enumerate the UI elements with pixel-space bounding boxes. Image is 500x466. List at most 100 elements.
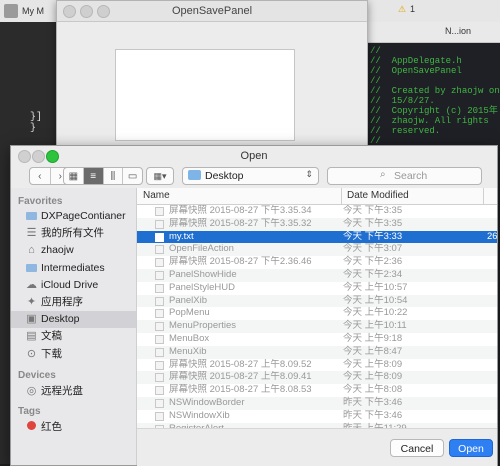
- minimize-button[interactable]: [32, 150, 45, 163]
- file-row[interactable]: 屏幕快照 2015-08-27 下午3.35.34 今天 下午3:35: [137, 205, 497, 218]
- file-row[interactable]: my.txt 今天 下午3:33 26: [137, 230, 497, 244]
- arrange-button[interactable]: ▦▾: [146, 167, 174, 185]
- file-icon: [155, 399, 164, 408]
- file-row[interactable]: MenuBox 今天 上午9:18: [137, 333, 497, 346]
- documents-icon: ▤: [26, 330, 37, 343]
- file-date: 今天 上午8:08: [343, 384, 403, 396]
- search-placeholder: Search: [394, 170, 428, 182]
- xcode-tab[interactable]: My M: [22, 4, 44, 18]
- view-mode-control[interactable]: ▦ ≡ ⫼ ▭: [63, 167, 143, 185]
- file-row[interactable]: 屏幕快照 2015-08-27 下午2.36.46 今天 下午2:36: [137, 256, 497, 269]
- sidebar-item-4[interactable]: ☁ iCloud Drive: [11, 277, 136, 294]
- sidebar-item-6[interactable]: ▣ Desktop: [11, 311, 136, 329]
- sidebar-item-label: 应用程序: [41, 296, 83, 308]
- file-row[interactable]: PanelShowHide 今天 下午2:34: [137, 269, 497, 282]
- back-icon[interactable]: ‹: [30, 168, 51, 184]
- file-date: 今天 下午3:33: [343, 230, 403, 242]
- file-row[interactable]: 屏幕快照 2015-08-27 上午8.08.53 今天 上午8:08: [137, 384, 497, 397]
- zoom-button[interactable]: [46, 150, 59, 163]
- file-date: 今天 下午2:36: [343, 256, 403, 268]
- file-row[interactable]: OpenFileAction 今天 下午3:07: [137, 243, 497, 257]
- zoom-button[interactable]: [97, 5, 110, 18]
- file-date: 今天 上午10:57: [343, 281, 408, 293]
- file-row[interactable]: 屏幕快照 2015-08-27 上午8.09.52 今天 上午8:09: [137, 359, 497, 372]
- file-row[interactable]: PanelXib 今天 上午10:54: [137, 294, 497, 308]
- sidebar-item-5[interactable]: ✦ 应用程序: [11, 294, 136, 311]
- file-name: 屏幕快照 2015-08-27 下午3.35.34: [169, 205, 312, 216]
- sidebar-item-label: zhaojw: [41, 244, 74, 257]
- file-row[interactable]: PopMenu 今天 上午10:22: [137, 307, 497, 320]
- file-name: 屏幕快照 2015-08-27 上午8.08.53: [169, 384, 312, 396]
- applications-icon: ✦: [26, 296, 37, 308]
- home-icon: ⌂: [28, 244, 35, 257]
- column-view-icon[interactable]: ⫼: [104, 168, 124, 184]
- folder-icon: [25, 262, 38, 275]
- content-box: [115, 49, 295, 141]
- minimize-button[interactable]: [80, 5, 93, 18]
- favorites-heading: Favorites: [18, 196, 63, 207]
- column-header-date[interactable]: Date Modified: [347, 190, 409, 201]
- jump-bar-label[interactable]: N...ion: [445, 26, 471, 36]
- file-date: 今天 上午8:09: [343, 371, 403, 383]
- file-date: 今天 下午2:34: [343, 269, 403, 280]
- sidebar-item-remote-disc[interactable]: ◎ 远程光盘: [11, 383, 136, 400]
- location-label: Desktop: [205, 170, 244, 182]
- file-size: 26: [487, 230, 497, 242]
- file-row[interactable]: MenuProperties 今天 上午10:11: [137, 320, 497, 333]
- downloads-icon: ⊙: [26, 347, 37, 360]
- xcode-tab[interactable]: [4, 4, 18, 18]
- open-button[interactable]: Open: [449, 439, 493, 457]
- cancel-button[interactable]: Cancel: [390, 439, 444, 457]
- column-divider: [483, 188, 484, 204]
- file-icon: [155, 207, 164, 216]
- file-row[interactable]: MenuXib 今天 上午8:47: [137, 345, 497, 359]
- red-tag-icon: [25, 421, 38, 434]
- file-row[interactable]: NSWindowXib 昨天 下午3:46: [137, 410, 497, 423]
- file-row[interactable]: 屏幕快照 2015-08-27 上午8.09.41 今天 上午8:09: [137, 371, 497, 385]
- file-row[interactable]: PanelStyleHUD 今天 上午10:57: [137, 282, 497, 295]
- code-line: // Copyright (c) 2015年: [370, 106, 498, 116]
- tags-heading: Tags: [18, 406, 41, 417]
- coverflow-view-icon[interactable]: ▭: [123, 168, 142, 184]
- code-line: //: [370, 76, 381, 86]
- file-date: 今天 上午10:11: [343, 320, 407, 332]
- sidebar-item-0[interactable]: DXPageContianer: [11, 208, 136, 225]
- file-row[interactable]: NSWindowBorder 昨天 下午3:46: [137, 397, 497, 410]
- location-popup[interactable]: Desktop ⇕: [182, 167, 319, 185]
- list-view-icon[interactable]: ≡: [83, 168, 104, 184]
- code-line: //: [370, 46, 381, 56]
- close-button[interactable]: [18, 150, 31, 163]
- file-list[interactable]: Name Date Modified 屏幕快照 2015-08-27 下午3.3…: [137, 188, 497, 428]
- file-icon: [155, 386, 164, 396]
- sidebar-item-2[interactable]: ⌂ zhaojw: [11, 242, 136, 259]
- folder-icon: [25, 210, 38, 223]
- code-line: // reserved.: [370, 126, 441, 136]
- sidebar-item-red-tag[interactable]: 红色: [11, 419, 136, 436]
- file-name: OpenFileAction: [169, 243, 234, 255]
- sidebar-item-8[interactable]: ⊙ 下载: [11, 346, 136, 363]
- folder-icon: [188, 170, 201, 180]
- file-date: 昨天 下午3:46: [343, 397, 403, 408]
- file-name: 屏幕快照 2015-08-27 上午8.09.52: [169, 358, 312, 370]
- file-date: 昨天 下午3:46: [343, 409, 403, 421]
- icon-view-icon[interactable]: ▦: [64, 168, 84, 184]
- file-name: 屏幕快照 2015-08-27 下午2.36.46: [169, 256, 312, 268]
- opensavepanel-window: OpenSavePanel: [56, 0, 368, 162]
- sidebar: Favorites DXPageContianer ☰ 我的所有文件 ⌂ zhaojw I…: [11, 188, 137, 465]
- search-field[interactable]: ⌕ Search: [327, 167, 482, 185]
- file-date: 今天 上午8:47: [343, 345, 403, 357]
- close-button[interactable]: [63, 5, 76, 18]
- column-header-name[interactable]: Name: [143, 190, 170, 201]
- file-date: 今天 下午3:35: [343, 205, 403, 216]
- sidebar-item-3[interactable]: Intermediates: [11, 260, 136, 277]
- file-icon: [155, 335, 164, 344]
- file-icon: [155, 373, 164, 383]
- sidebar-item-1[interactable]: ☰ 我的所有文件: [11, 225, 136, 242]
- code-line: // OpenSavePanel: [370, 66, 462, 76]
- file-row[interactable]: 屏幕快照 2015-08-27 下午3.35.32 今天 下午3:35: [137, 217, 497, 231]
- cloud-icon: ☁: [26, 278, 37, 291]
- sidebar-item-7[interactable]: ▤ 文稿: [11, 328, 136, 345]
- file-icon: [155, 347, 164, 357]
- sidebar-item-label: 红色: [41, 421, 62, 433]
- warning-icon[interactable]: ⚠: [398, 4, 408, 14]
